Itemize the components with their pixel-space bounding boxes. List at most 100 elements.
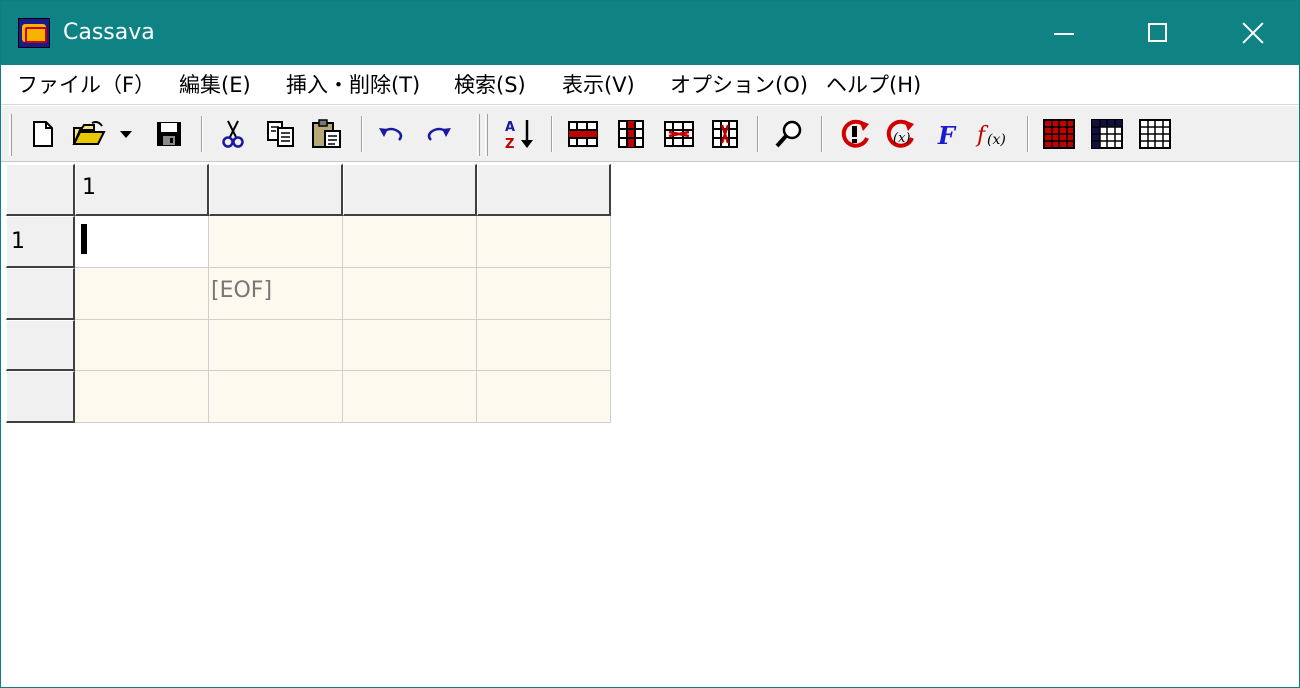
grid-style-red-button[interactable] bbox=[1041, 116, 1077, 152]
menu-edit[interactable]: 編集(E) bbox=[179, 71, 251, 99]
toolbar-grip[interactable] bbox=[477, 114, 480, 156]
grid-cell[interactable] bbox=[209, 216, 343, 268]
row-header[interactable] bbox=[6, 371, 75, 423]
maximize-button[interactable] bbox=[1111, 1, 1205, 65]
toolbar-separator bbox=[757, 116, 759, 152]
recalc-icon bbox=[841, 119, 869, 148]
open-folder-icon bbox=[72, 121, 106, 145]
svg-text:A: A bbox=[505, 120, 515, 135]
grid-cell[interactable] bbox=[477, 216, 611, 268]
paste-icon bbox=[312, 119, 341, 148]
text-caret bbox=[81, 224, 87, 254]
grid-cell-active[interactable] bbox=[75, 216, 209, 268]
column-header[interactable] bbox=[477, 164, 611, 216]
undo-button[interactable] bbox=[373, 116, 409, 152]
svg-text:F: F bbox=[937, 121, 957, 149]
toolbar-separator bbox=[361, 116, 363, 152]
minimize-icon bbox=[1054, 33, 1074, 35]
open-button[interactable] bbox=[71, 116, 107, 152]
redo-icon bbox=[427, 127, 451, 141]
grid-cell[interactable] bbox=[343, 216, 477, 268]
toolbar-separator bbox=[201, 116, 203, 152]
app-window: Cassava ファイル（F） 編集(E) 挿入・削除(T) 検索(S) 表示(… bbox=[0, 0, 1300, 688]
function-button[interactable]: f (x) bbox=[975, 116, 1011, 152]
grid-style-dark-button[interactable] bbox=[1089, 116, 1125, 152]
menu-options[interactable]: オプション(O) bbox=[670, 71, 808, 99]
grid-cell[interactable] bbox=[75, 268, 209, 320]
grid-cell[interactable] bbox=[209, 371, 343, 423]
delete-column-icon bbox=[712, 120, 738, 148]
eof-marker: [EOF] bbox=[211, 278, 273, 303]
redo-button[interactable] bbox=[421, 116, 457, 152]
grid-cell[interactable] bbox=[477, 320, 611, 371]
save-icon bbox=[157, 122, 181, 146]
delete-row-button[interactable] bbox=[661, 116, 697, 152]
cut-icon bbox=[222, 120, 244, 148]
grid-cell[interactable] bbox=[209, 320, 343, 371]
cassava-app-icon[interactable] bbox=[18, 18, 50, 48]
function-icon: f (x) bbox=[975, 123, 1006, 148]
toolbar: A Z (x) F f (x) bbox=[1, 106, 1299, 162]
save-button[interactable] bbox=[151, 116, 187, 152]
row-header[interactable]: 1 bbox=[6, 216, 75, 268]
delete-column-button[interactable] bbox=[707, 116, 743, 152]
sort-az-icon: A Z bbox=[505, 120, 533, 151]
menu-insert-delete[interactable]: 挿入・削除(T) bbox=[286, 71, 420, 99]
grid-dark-icon bbox=[1091, 119, 1123, 149]
menu-bar: ファイル（F） 編集(E) 挿入・削除(T) 検索(S) 表示(V) オプション… bbox=[1, 65, 1299, 105]
copy-button[interactable] bbox=[263, 116, 299, 152]
close-button[interactable] bbox=[1205, 1, 1299, 65]
insert-row-icon bbox=[568, 121, 598, 147]
undo-icon bbox=[379, 127, 403, 141]
grid-light-icon bbox=[1139, 119, 1171, 149]
insert-column-button[interactable] bbox=[613, 116, 649, 152]
new-file-icon bbox=[33, 121, 53, 147]
formula-icon: F bbox=[937, 121, 957, 149]
menu-file[interactable]: ファイル（F） bbox=[17, 71, 155, 99]
copy-icon bbox=[267, 121, 294, 147]
grid-cell[interactable] bbox=[477, 371, 611, 423]
grid-cell[interactable] bbox=[477, 268, 611, 320]
grid-cell[interactable] bbox=[343, 268, 477, 320]
svg-text:(x): (x) bbox=[893, 131, 910, 146]
row-header[interactable] bbox=[6, 268, 75, 320]
column-header[interactable] bbox=[209, 164, 343, 216]
title-bar[interactable]: Cassava bbox=[1, 1, 1299, 65]
grid-cell[interactable] bbox=[75, 371, 209, 423]
recalc-all-button[interactable]: (x) bbox=[883, 116, 919, 152]
grid-corner[interactable] bbox=[6, 164, 75, 216]
grid-cell[interactable] bbox=[75, 320, 209, 371]
recalc-button[interactable] bbox=[837, 116, 873, 152]
menu-view[interactable]: 表示(V) bbox=[562, 71, 635, 99]
grid-cell[interactable] bbox=[343, 320, 477, 371]
open-dropdown-button[interactable] bbox=[115, 116, 137, 152]
maximize-icon bbox=[1148, 23, 1167, 42]
menu-search[interactable]: 検索(S) bbox=[454, 71, 526, 99]
grid-style-light-button[interactable] bbox=[1137, 116, 1173, 152]
paste-button[interactable] bbox=[309, 116, 345, 152]
grid-red-icon bbox=[1043, 119, 1075, 149]
delete-row-icon bbox=[664, 121, 694, 147]
column-header[interactable]: 1 bbox=[75, 164, 209, 216]
dropdown-arrow-icon bbox=[120, 131, 132, 138]
grid-cell[interactable] bbox=[343, 371, 477, 423]
column-header[interactable] bbox=[343, 164, 477, 216]
insert-row-button[interactable] bbox=[565, 116, 601, 152]
cut-button[interactable] bbox=[215, 116, 251, 152]
sort-button[interactable]: A Z bbox=[501, 116, 537, 152]
toolbar-separator bbox=[1027, 116, 1029, 152]
minimize-button[interactable] bbox=[1017, 1, 1111, 65]
formula-button[interactable]: F bbox=[929, 116, 965, 152]
window-title: Cassava bbox=[63, 20, 155, 45]
find-button[interactable] bbox=[771, 116, 807, 152]
svg-text:Z: Z bbox=[505, 137, 514, 151]
toolbar-separator bbox=[551, 116, 553, 152]
insert-column-icon bbox=[618, 120, 644, 148]
toolbar-grip[interactable] bbox=[485, 114, 488, 156]
find-icon bbox=[775, 120, 802, 148]
grid-cell-eof[interactable]: [EOF] bbox=[209, 268, 343, 320]
menu-help[interactable]: ヘルプ(H) bbox=[826, 71, 921, 99]
toolbar-grip[interactable] bbox=[9, 114, 12, 156]
new-file-button[interactable] bbox=[25, 116, 61, 152]
row-header[interactable] bbox=[6, 320, 75, 371]
